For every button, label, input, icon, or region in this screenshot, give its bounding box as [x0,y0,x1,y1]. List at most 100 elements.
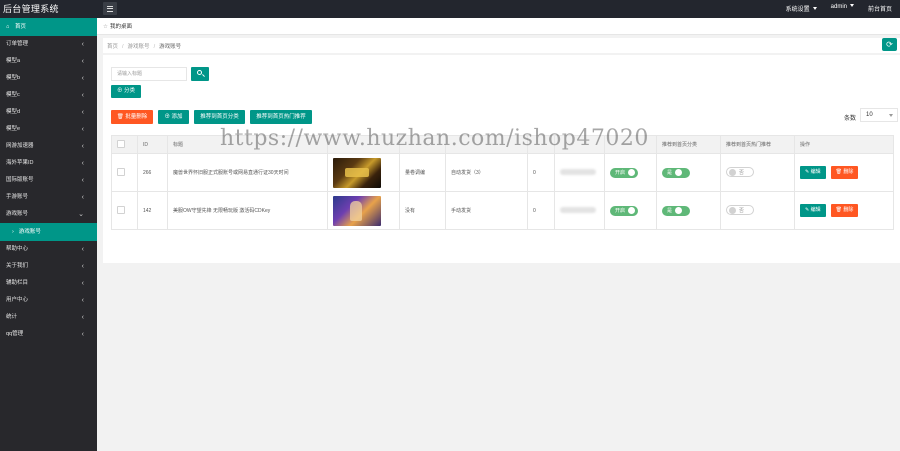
row-home-hot-switch[interactable]: 否 [720,191,795,230]
col-header-d [399,135,446,154]
row-status-switch[interactable]: 开启 [604,153,657,192]
user-menu[interactable]: admin [831,4,854,13]
menu-toggle-icon[interactable] [103,2,117,15]
trash-icon: 🗑 [835,207,842,213]
chevron-left-icon: ‹ [81,41,84,48]
page-size-label: 条数 [843,116,856,122]
sidebar-item-apple-id[interactable]: 海外苹果ID ‹ [0,155,97,172]
row-title: 美服OW守望先锋 无限畅玩版 激活码CDKey [167,191,328,230]
sidebar-item-model-a[interactable]: 模型a ‹ [0,53,97,70]
edit-icon: ✎ [805,169,810,175]
select-all-checkbox[interactable] [111,135,138,154]
trash-icon: 🗑 [835,169,842,175]
col-header-title: 标题 [167,135,328,154]
world-of-warcraft-image [333,157,381,188]
col-header-id: ID [137,135,168,154]
sidebar-item-label: 订单管理 [6,41,29,47]
chevron-left-icon: ‹ [81,194,84,201]
sidebar-item-label: 游戏账号 [6,211,29,217]
breadcrumb-current: 游戏账号 [159,44,182,50]
sidebar-item-about-us[interactable]: 关于我们 ‹ [0,258,97,275]
sidebar-item-orders[interactable]: 订单管理 ‹ [0,36,97,53]
add-button[interactable]: ⊕ 添加 [158,110,189,124]
sidebar-item-model-d[interactable]: 模型d ‹ [0,104,97,121]
sidebar-item-mobile-game-account[interactable]: 手游账号 ‹ [0,189,97,206]
sidebar-item-statistics[interactable]: 统计 ‹ [0,309,97,326]
search-button[interactable] [191,67,209,81]
breadcrumb: 首页 / 游戏账号 / 游戏账号 [107,44,182,50]
sidebar-item-label: 海外苹果ID [6,160,34,166]
table-row: 142 美服OW守望先锋 无限畅玩版 激活码CDKey 没有 手动发货 0 开启… [111,191,894,230]
sidebar-subitem-game-account[interactable]: › 游戏账号 [0,223,97,241]
breadcrumb-bar: 首页 / 游戏账号 / 游戏账号 ⟳ [103,38,900,53]
chevron-down-icon: ⌄ [78,211,84,218]
chevron-left-icon: ‹ [81,160,84,167]
row-actions: ✎ 编辑 🗑 删除 [794,191,894,230]
category-button[interactable]: ⊕ 分类 [111,85,141,98]
row-home-hot-switch[interactable]: 否 [720,153,795,192]
chevron-left-icon: ‹ [81,297,84,304]
col-header-f [527,135,555,154]
col-header-status [604,135,657,154]
sidebar-item-model-b[interactable]: 模型b ‹ [0,70,97,87]
edit-button[interactable]: ✎ 编辑 [800,204,826,217]
col-header-home-hot: 推荐到首页热门推荐 [720,135,795,154]
row-checkbox[interactable] [111,191,138,230]
search-input[interactable]: 请输入标题 [111,67,187,81]
chevron-left-icon: ‹ [81,143,84,150]
row-col-f: 0 [527,153,555,192]
data-table: ID 标题 推荐到首页分类 推荐到首页热门推荐 操作 266 魔兽世界怀旧服正式… [111,135,894,230]
row-checkbox[interactable] [111,153,138,192]
sidebar-item-label: 首页 [15,24,27,30]
plus-circle-icon: ⊕ [164,114,170,120]
sidebar-item-label: 用户中心 [6,297,29,303]
sidebar-item-qq-manage[interactable]: qq管理 ‹ [0,326,97,343]
sidebar-item-model-e[interactable]: 模型e ‹ [0,121,97,138]
sidebar-item-aux-column[interactable]: 辅助栏目 ‹ [0,275,97,292]
page-size-select[interactable]: 10 [860,108,898,122]
row-image [327,191,400,230]
sidebar-item-intl-account[interactable]: 国际版账号 ‹ [0,172,97,189]
row-image [327,153,400,192]
row-home-category-switch[interactable]: 是 [656,153,721,192]
breadcrumb-game-account[interactable]: 游戏账号 [128,44,150,50]
sidebar-item-home[interactable]: ⌂ 首页 [0,18,97,36]
home-icon: ⌂ [6,24,10,30]
batch-delete-button[interactable]: 🗑 批量删除 [111,110,153,124]
sidebar-item-game-account[interactable]: 游戏账号 ⌄ [0,206,97,223]
sidebar: ⌂ 首页 订单管理 ‹ 模型a ‹ 模型b ‹ 模型c ‹ 模型d ‹ 模型e ‹ 网游加速器… [0,18,97,451]
row-blurred-value [554,191,605,230]
top-menu: 系统设置 admin 前台首页 [786,4,892,13]
sidebar-item-label: 模型b [6,75,21,81]
sidebar-item-help-center[interactable]: 帮助中心 ‹ [0,241,97,258]
row-home-category-switch[interactable]: 是 [656,191,721,230]
star-icon: ☆ [103,24,108,30]
tab-my-desktop[interactable]: ☆ 我的桌面 [103,22,132,30]
breadcrumb-home[interactable]: 首页 [107,44,118,50]
system-settings-menu[interactable]: 系统设置 [786,4,817,13]
row-actions: ✎ 编辑 🗑 删除 [794,153,894,192]
row-col-e: 自动发货（3） [445,153,528,192]
frontend-home-link[interactable]: 前台首页 [868,4,892,13]
row-title: 魔兽世界怀旧服正式服账号或网易直通行证30天时间 [167,153,328,192]
chevron-left-icon: ‹ [81,177,84,184]
refresh-button[interactable]: ⟳ [882,38,897,51]
edit-button[interactable]: ✎ 编辑 [800,166,826,179]
delete-button[interactable]: 🗑 删除 [830,166,859,179]
table-header-row: ID 标题 推荐到首页分类 推荐到首页热门推荐 操作 [111,135,894,154]
sidebar-item-model-c[interactable]: 模型c ‹ [0,87,97,104]
batch-delete-label: 批量删除 [125,114,148,120]
sidebar-item-label: 国际版账号 [6,177,34,183]
chevron-left-icon: ‹ [81,109,84,116]
sidebar-item-label: 辅助栏目 [6,280,29,286]
row-status-switch[interactable]: 开启 [604,191,657,230]
recommend-home-hot-button[interactable]: 推荐到首页热门推荐 [250,110,312,124]
row-id: 266 [137,153,168,192]
sidebar-item-label: 游戏账号 [18,229,41,235]
sidebar-item-game-accelerator[interactable]: 网游加速器 ‹ [0,138,97,155]
recommend-home-category-button[interactable]: 推荐到首页分类 [194,110,245,124]
trash-icon: 🗑 [116,114,124,120]
chevron-left-icon: ‹ [81,280,84,287]
sidebar-item-user-center[interactable]: 用户中心 ‹ [0,292,97,309]
delete-button[interactable]: 🗑 删除 [830,204,859,217]
